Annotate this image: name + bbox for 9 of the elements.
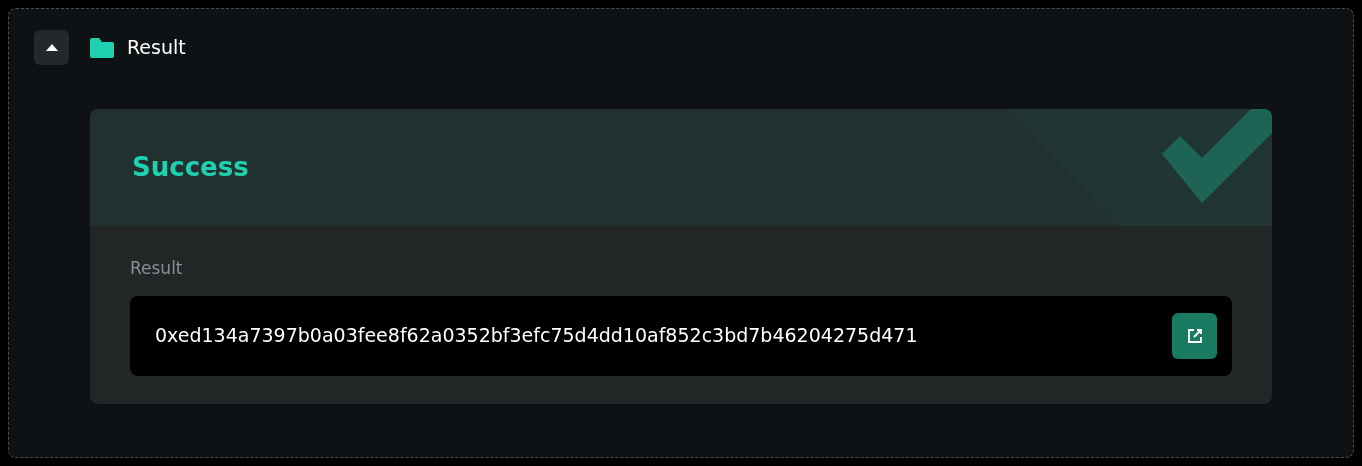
collapse-button[interactable] xyxy=(34,30,69,65)
external-link-icon xyxy=(1186,327,1203,344)
caret-up-icon xyxy=(45,44,58,51)
section-title: Result xyxy=(127,35,186,61)
result-label: Result xyxy=(130,257,184,280)
folder-icon xyxy=(90,37,114,58)
status-title: Success xyxy=(132,151,249,184)
open-external-button[interactable] xyxy=(1172,312,1217,359)
result-field[interactable]: 0xed134a7397b0a03fee8f62a0352bf3efc75d4dd10af852c3bd7b46204275d471 xyxy=(130,295,1232,376)
